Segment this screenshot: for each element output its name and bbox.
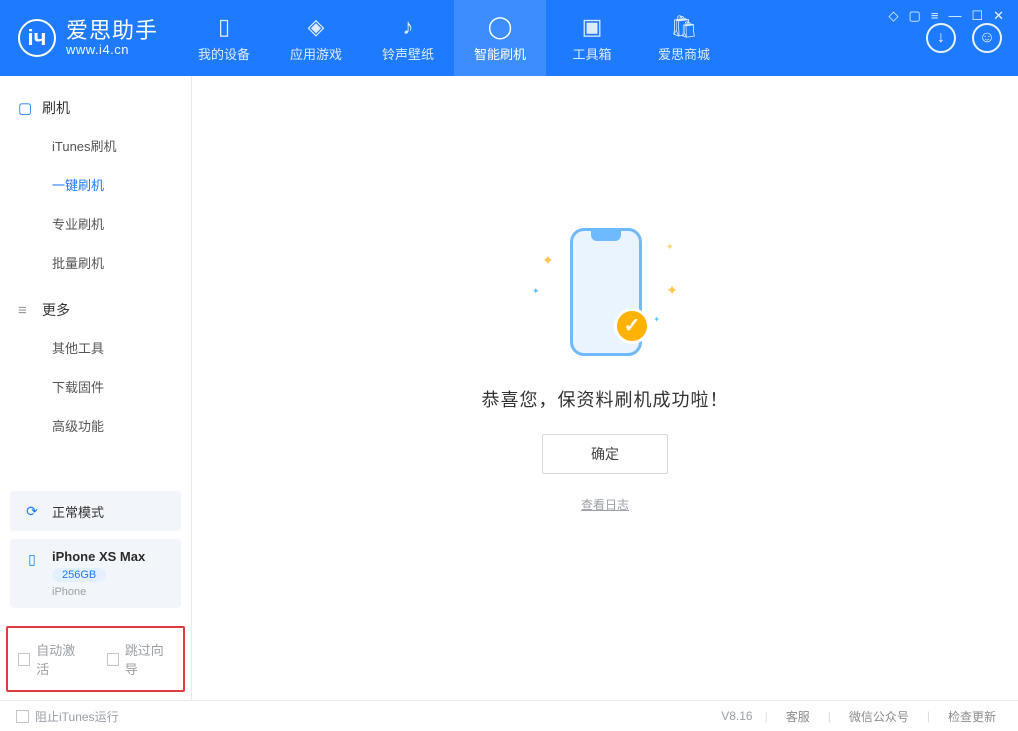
window-controls: ◇ ▢ ≡ — ☐ ✕ <box>889 8 1004 24</box>
ok-button[interactable]: 确定 <box>542 434 668 474</box>
sparkle-icon: ✦ <box>542 252 554 269</box>
music-icon: ♪ <box>403 14 414 40</box>
tab-label: 铃声壁纸 <box>382 44 434 63</box>
checkbox-icon <box>107 653 119 666</box>
success-message: 恭喜您，保资料刷机成功啦！ <box>482 386 729 412</box>
status-link-wechat[interactable]: 微信公众号 <box>843 708 915 725</box>
sidebar: ▢ 刷机 iTunes刷机 一键刷机 专业刷机 批量刷机 ≡ 更多 其他工具 下… <box>0 76 192 700</box>
phone-icon: ▯ <box>22 549 42 569</box>
tab-label: 应用游戏 <box>290 44 342 63</box>
main-content: ✦ ✦ ✦ ✦ ✦ ✓ 恭喜您，保资料刷机成功啦！ 确定 查看日志 <box>192 76 1018 700</box>
sparkle-icon: ✦ <box>666 242 674 253</box>
sparkle-icon: ✦ <box>653 315 660 324</box>
sidebar-item-itunes-flash[interactable]: iTunes刷机 <box>0 126 191 165</box>
sidebar-item-batch-flash[interactable]: 批量刷机 <box>0 243 191 282</box>
app-name: 爱思助手 <box>66 19 158 43</box>
sidebar-item-oneclick-flash[interactable]: 一键刷机 <box>0 165 191 204</box>
user-button[interactable]: ☺ <box>972 23 1002 53</box>
checkbox-skip-guide[interactable]: 跳过向导 <box>107 640 174 678</box>
sidebar-item-advanced[interactable]: 高级功能 <box>0 406 191 445</box>
minimize-button[interactable]: — <box>948 8 961 24</box>
checkbox-label: 跳过向导 <box>125 640 173 678</box>
device-mode: 正常模式 <box>52 502 104 521</box>
tab-my-device[interactable]: ▯ 我的设备 <box>178 0 270 76</box>
device-storage: 256GB <box>52 568 106 582</box>
logo-icon: iч <box>18 19 56 57</box>
checkbox-auto-activate[interactable]: 自动激活 <box>18 640 85 678</box>
device-type: iPhone <box>52 586 145 598</box>
checkbox-label: 自动激活 <box>36 640 84 678</box>
tab-toolbox[interactable]: ▣ 工具箱 <box>546 0 638 76</box>
success-illustration: ✦ ✦ ✦ ✦ ✦ ✓ <box>530 224 680 364</box>
titlebar: iч 爱思助手 www.i4.cn ▯ 我的设备 ◈ 应用游戏 ♪ 铃声壁纸 ◯… <box>0 0 1018 76</box>
device-mode-card[interactable]: ⟳ 正常模式 <box>10 491 181 531</box>
checkbox-icon <box>18 653 30 666</box>
sidebar-item-download-firmware[interactable]: 下载固件 <box>0 367 191 406</box>
flash-options-highlighted: 自动激活 跳过向导 <box>6 626 185 692</box>
checkmark-badge-icon: ✓ <box>614 308 650 344</box>
feedback-icon[interactable]: ▢ <box>909 8 921 24</box>
tab-label: 工具箱 <box>573 44 612 63</box>
sidebar-item-pro-flash[interactable]: 专业刷机 <box>0 204 191 243</box>
shield-icon: ◯ <box>488 14 513 40</box>
close-button[interactable]: ✕ <box>993 8 1004 24</box>
device-info-card[interactable]: ▯ iPhone XS Max 256GB iPhone <box>10 539 181 608</box>
sidebar-group-flash[interactable]: ▢ 刷机 <box>0 90 191 126</box>
cube-icon: ◈ <box>308 14 325 40</box>
menu-icon[interactable]: ≡ <box>931 8 939 24</box>
tab-label: 爱思商城 <box>658 44 710 63</box>
shirt-icon[interactable]: ◇ <box>889 8 899 24</box>
version-label: V8.16 <box>721 709 752 723</box>
maximize-button[interactable]: ☐ <box>971 8 983 24</box>
sparkle-icon: ✦ <box>666 282 678 299</box>
group-title: 更多 <box>42 300 70 320</box>
status-bar: 阻止iTunes运行 V8.16 | 客服 | 微信公众号 | 检查更新 <box>0 700 1018 731</box>
app-url: www.i4.cn <box>66 43 158 57</box>
checkbox-icon <box>16 710 29 723</box>
status-link-support[interactable]: 客服 <box>780 708 816 725</box>
toolbox-icon: ▣ <box>582 14 603 40</box>
bag-icon: 🛍 <box>670 14 698 40</box>
download-button[interactable]: ↓ <box>926 23 956 53</box>
status-link-update[interactable]: 检查更新 <box>942 708 1002 725</box>
sparkle-icon: ✦ <box>532 286 540 297</box>
sync-icon: ⟳ <box>22 501 42 521</box>
sidebar-group-more[interactable]: ≡ 更多 <box>0 292 191 328</box>
group-title: 刷机 <box>42 98 70 118</box>
view-log-link[interactable]: 查看日志 <box>581 496 629 513</box>
sidebar-item-other-tools[interactable]: 其他工具 <box>0 328 191 367</box>
tab-label: 我的设备 <box>198 44 250 63</box>
tab-label: 智能刷机 <box>474 44 526 63</box>
phone-icon: ▯ <box>218 14 230 40</box>
tab-smart-flash[interactable]: ◯ 智能刷机 <box>454 0 546 76</box>
tab-ringtone-wallpaper[interactable]: ♪ 铃声壁纸 <box>362 0 454 76</box>
tab-store[interactable]: 🛍 爱思商城 <box>638 0 730 76</box>
main-tabs: ▯ 我的设备 ◈ 应用游戏 ♪ 铃声壁纸 ◯ 智能刷机 ▣ 工具箱 🛍 爱思商城 <box>178 0 730 76</box>
app-logo: iч 爱思助手 www.i4.cn <box>0 19 178 57</box>
device-icon: ▢ <box>18 99 34 117</box>
tab-apps-games[interactable]: ◈ 应用游戏 <box>270 0 362 76</box>
checkbox-block-itunes[interactable]: 阻止iTunes运行 <box>16 708 119 725</box>
checkbox-label: 阻止iTunes运行 <box>35 708 119 725</box>
device-name: iPhone XS Max <box>52 549 145 564</box>
list-icon: ≡ <box>18 302 34 319</box>
